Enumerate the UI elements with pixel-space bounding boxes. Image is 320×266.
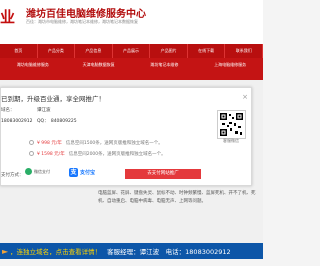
contact-info: 18083002912 QQ： 840809225 [1,119,77,124]
site-logo[interactable]: 业 [0,6,15,27]
plan-option-2[interactable]: ¥ 1598 元/年 信息空间2000条，送网页版推和独立域名一个。 [29,150,166,157]
nav-item-home[interactable]: 首页 [0,44,38,58]
site-subtitle: 百佳：潍坊市电脑维修，潍坊笔记本维修，潍坊笔记本数据恢复 [26,19,138,24]
site-header: 业 潍坊百佳电脑维修服务中心 百佳：潍坊市电脑维修，潍坊笔记本维修，潍坊笔记本数… [0,0,263,45]
main-nav: 首页 产品分类 产品信息 产品展示 产品图片 在线下载 联系我们 [0,44,264,58]
upgrade-modal: 已到期，升级百业通，享全网推广！ × 域名： 谭江波 18083002912 Q… [0,87,252,186]
arrow-icon: ► [2,246,9,256]
domain-label: 域名： [1,108,15,113]
plan-price: ¥ 998 元/年 [37,140,62,146]
nav-item-download[interactable]: 在线下载 [188,44,226,58]
wechat-pay-option[interactable]: 微信支付 [25,168,50,175]
category-links: 潍坊电脑维修服务 天津电脑数据恢复 潍坊笔记本维修 上海电脑维修服务 [0,62,263,68]
category-link[interactable]: 潍坊笔记本维修 [132,62,198,68]
alipay-option[interactable]: 支 支付宝 [69,168,95,177]
modal-title: 已到期，升级百业通，享全网推广！ [1,95,105,103]
payment-method-label: 支付方式： [1,173,24,178]
site-title[interactable]: 潍坊百佳电脑维修服务中心 [26,5,146,20]
plan-description: 信息空间1500条，送网页版推和独立域名一个。 [65,140,163,146]
nav-item-contact[interactable]: 联系我们 [225,44,264,58]
wechat-icon [25,168,32,175]
bottom-promo-text[interactable]: ，连独立域名，点击查看详情！ [10,246,101,256]
nav-item-images[interactable]: 产品图片 [150,44,188,58]
bottom-promo-bar[interactable]: ► ，连独立域名，点击查看详情！ 客服经理：谭江波 电话：18083002912 [0,243,263,259]
radio-button[interactable] [29,151,34,156]
category-link[interactable]: 上海电脑维修服务 [197,62,263,68]
nav-item-showcase[interactable]: 产品展示 [113,44,151,58]
pay-button[interactable]: 去支付网站推广 [125,169,201,179]
close-icon[interactable]: × [241,93,249,101]
plan-price: ¥ 1598 元/年 [37,151,65,157]
category-link[interactable]: 潍坊电脑维修服务 [0,62,66,68]
nav-item-products[interactable]: 产品信息 [75,44,113,58]
radio-button[interactable] [29,140,34,145]
domain-value: 谭江波 [37,108,51,113]
bottom-contact-text: 客服经理：谭江波 电话：18083002912 [107,248,231,256]
alipay-label: 支付宝 [80,170,96,176]
qr-label: 客服微信 [223,138,239,143]
plan-option-1[interactable]: ¥ 998 元/年 信息空间1500条，送网页版推和独立域名一个。 [29,139,163,146]
alipay-icon: 支 [69,168,78,177]
plan-description: 信息空间2000条，送网页版推和独立域名一个。 [68,151,166,157]
category-link[interactable]: 天津电脑数据恢复 [66,62,132,68]
wechat-pay-label: 微信支付 [34,168,50,174]
content-text: 电脑蓝屏、花屏、键盘失灵、鼠标不动、时钟频繁慢、蓝屏死机、开不了机、死机、自动重… [98,191,256,204]
qr-code-icon [217,110,246,139]
nav-item-categories[interactable]: 产品分类 [38,44,76,58]
